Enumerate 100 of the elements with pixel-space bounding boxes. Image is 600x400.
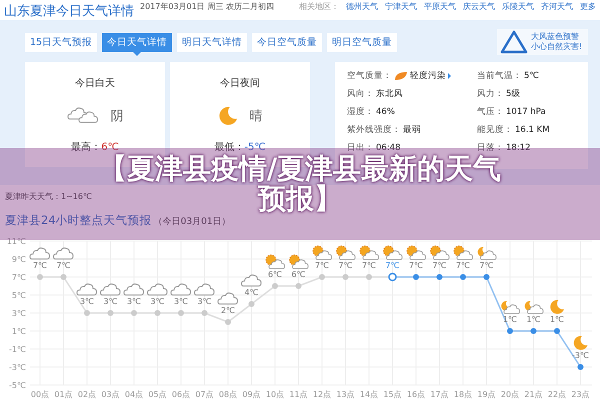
data-point[interactable] (366, 274, 372, 280)
moon-cloud-icon (501, 300, 520, 314)
axis-label: 17点 (430, 390, 449, 399)
region-link[interactable]: 乐陵天气 (502, 1, 534, 12)
data-point[interactable] (578, 364, 584, 370)
data-point[interactable] (248, 301, 254, 307)
tab[interactable]: 今日空气质量 (252, 32, 322, 52)
axis-label: 01点 (54, 390, 73, 399)
detail-value: 1017 hPa (506, 107, 546, 117)
data-point[interactable] (108, 310, 114, 316)
detail-label: 风力： (477, 88, 504, 100)
data-label: 2℃ (220, 306, 236, 315)
data-point[interactable] (413, 274, 419, 280)
region-link[interactable]: 德州天气 (346, 1, 378, 12)
axis-label: 08点 (218, 390, 238, 399)
data-point[interactable] (319, 274, 325, 280)
data-point[interactable] (388, 272, 397, 282)
cloud-icon (100, 284, 120, 296)
sun-cloud-icon (289, 254, 308, 269)
tab[interactable]: 明日空气质量 (327, 32, 398, 52)
region-link[interactable]: 齐河天气 (541, 1, 573, 12)
data-point[interactable] (60, 274, 66, 280)
axis-label: 15点 (383, 390, 402, 399)
forecast-date: （今日03月01日） (154, 216, 231, 228)
axis-label: 23点 (571, 390, 590, 399)
axis-label: 1℃ (12, 327, 26, 336)
detail-label: 风向： (347, 88, 374, 100)
region-link[interactable]: 平原天气 (424, 1, 456, 12)
data-label: 1℃ (526, 315, 541, 324)
forecast-title: 夏津县24小时整点天气预报 (5, 213, 152, 228)
data-label: 3℃ (126, 297, 142, 306)
axis-label: 13点 (336, 390, 355, 399)
tab[interactable]: 明日天气详情 (177, 32, 248, 52)
detail-label: 能见度： (477, 124, 513, 136)
axis-label: 00点 (30, 390, 50, 399)
condition-text: 阴 (110, 108, 124, 125)
axis-label: 19点 (477, 390, 496, 399)
detail-label: 空气质量： (347, 70, 392, 82)
banner-title: 【夏津县疫情/夏津县最新的天气预报】 (98, 154, 502, 214)
moon-cloud-icon (478, 246, 496, 260)
period-title: 今日夜间 (220, 76, 260, 90)
warning-text: 小心自然灾害! (530, 42, 582, 52)
tab[interactable]: 今日天气详情 (102, 32, 172, 52)
axis-label: 16点 (406, 390, 426, 399)
region-link[interactable]: 更多 (580, 1, 596, 12)
data-point[interactable] (296, 283, 302, 289)
axis-label: 10点 (266, 390, 284, 399)
data-label: 7℃ (32, 261, 48, 270)
data-point[interactable] (178, 310, 184, 316)
region-link[interactable]: 宁津天气 (385, 1, 417, 12)
detail-value: 5级 (506, 88, 520, 100)
data-label: 7℃ (456, 261, 470, 270)
detail-value[interactable]: 轻度污染 (410, 70, 446, 82)
detail-label: 当前气温： (477, 70, 522, 82)
data-point[interactable] (460, 274, 466, 280)
detail-label: 湿度： (347, 106, 374, 118)
data-point[interactable] (84, 310, 90, 316)
pointer-icon (133, 52, 142, 56)
data-label: 3℃ (197, 297, 212, 306)
axis-label: 21点 (524, 390, 543, 399)
data-point[interactable] (272, 283, 278, 289)
moon-icon (574, 336, 588, 350)
detail-value: 5℃ (524, 71, 539, 81)
sun-cloud-icon (430, 246, 450, 260)
cloud-icon (30, 248, 50, 260)
cloud-icon (66, 106, 100, 126)
warning-panel[interactable]: 大风蓝色预警 小心自然灾害! (496, 29, 588, 55)
data-point[interactable] (342, 274, 348, 280)
axis-label: 20点 (500, 390, 520, 399)
data-point[interactable] (530, 328, 536, 334)
axis-label: 06点 (172, 390, 190, 399)
sun-cloud-icon (454, 246, 473, 260)
detail-label: 紫外线强度： (347, 124, 401, 136)
detail-value: 最弱 (403, 124, 421, 136)
data-point[interactable] (484, 274, 490, 280)
cloud-icon (218, 292, 238, 304)
data-point[interactable] (507, 328, 513, 334)
sun-cloud-icon (406, 246, 426, 260)
data-point[interactable] (202, 310, 208, 316)
data-label: 6℃ (291, 270, 306, 279)
axis-label: 09点 (242, 390, 261, 399)
data-label: 7℃ (362, 261, 376, 270)
data-label: 3℃ (150, 297, 165, 306)
axis-label: 5℃ (12, 291, 26, 300)
tab[interactable]: 15日天气预报 (25, 32, 98, 52)
data-label: 3℃ (80, 297, 94, 306)
caret-icon (448, 73, 451, 79)
data-point[interactable] (131, 310, 137, 316)
data-point[interactable] (154, 310, 160, 316)
moon-icon (550, 300, 564, 314)
detail-label: 气压： (477, 106, 504, 118)
region-link[interactable]: 庆云天气 (463, 1, 495, 12)
data-point[interactable] (554, 328, 560, 334)
axis-label: 05点 (148, 390, 167, 399)
data-point[interactable] (37, 274, 43, 280)
detail-value: 东北风 (376, 88, 403, 100)
data-point[interactable] (436, 274, 442, 280)
axis-label: -5℃ (9, 381, 26, 390)
sun-cloud-icon (336, 246, 356, 260)
data-point[interactable] (225, 319, 231, 325)
